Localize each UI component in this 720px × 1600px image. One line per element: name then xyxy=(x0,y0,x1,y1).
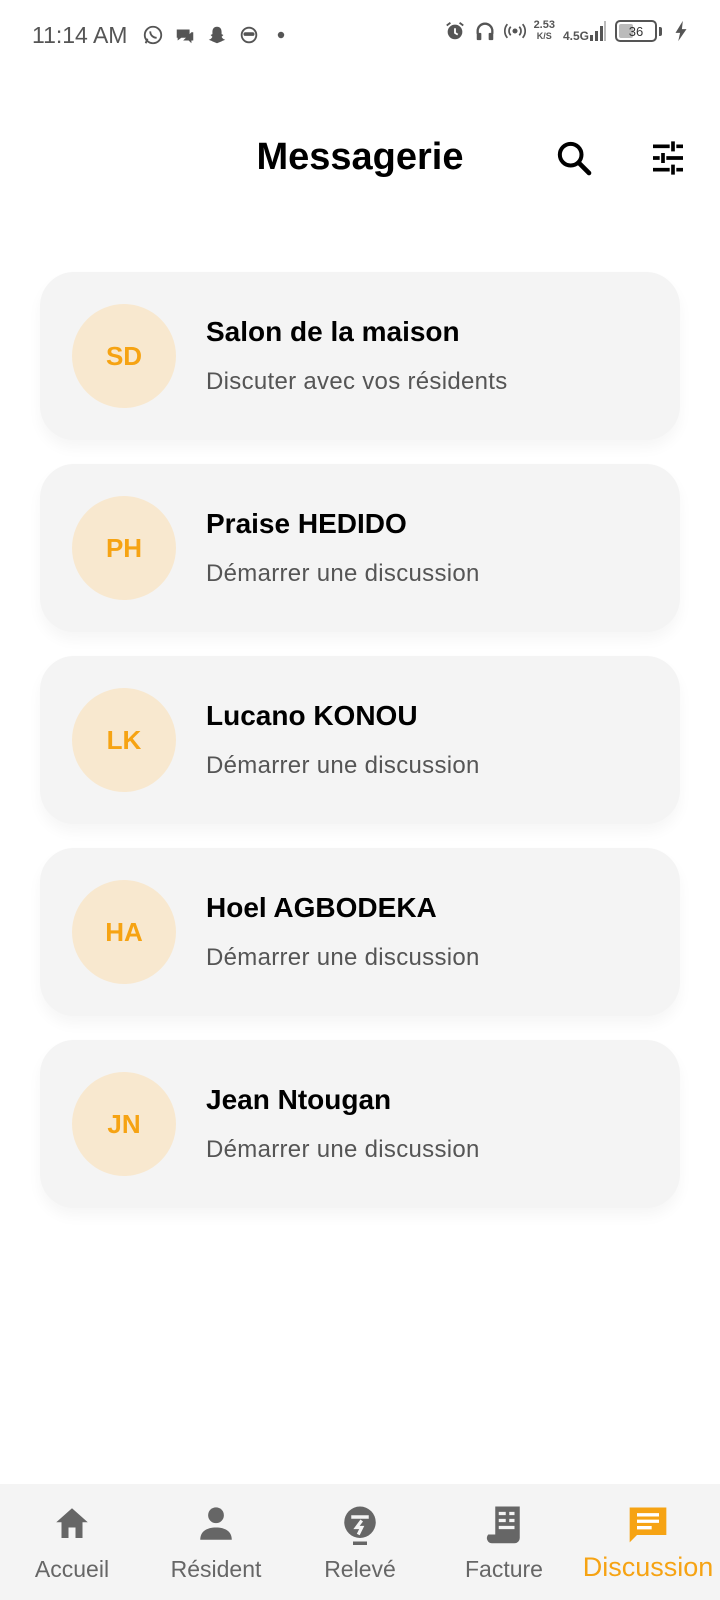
nav-label: Relevé xyxy=(324,1556,396,1582)
status-bar: 11:14 AM 2.53 K/S 4.5G 36 xyxy=(0,0,720,72)
face-icon xyxy=(238,24,260,46)
nav-label: Résident xyxy=(170,1556,262,1582)
nav-item-facture[interactable]: Facture xyxy=(432,1484,576,1600)
conversation-item-lucano[interactable]: LK Lucano KONOU Démarrer une discussion xyxy=(40,656,680,824)
nav-item-discussion[interactable]: Discussion xyxy=(576,1484,720,1600)
conversation-item-salon[interactable]: SD Salon de la maison Discuter avec vos … xyxy=(40,272,680,440)
avatar: JN xyxy=(72,1072,176,1176)
net-speed-unit: K/S xyxy=(536,31,552,41)
nav-item-accueil[interactable]: Accueil xyxy=(0,1484,144,1600)
nav-item-releve[interactable]: Relevé xyxy=(288,1484,432,1600)
avatar: SD xyxy=(72,304,176,408)
signal-icon xyxy=(589,20,607,42)
avatar: LK xyxy=(72,688,176,792)
receipt-icon xyxy=(482,1502,526,1546)
hotspot-icon xyxy=(503,20,526,42)
alarm-icon xyxy=(444,20,466,42)
conversation-list: SD Salon de la maison Discuter avec vos … xyxy=(40,272,680,1232)
dot-icon xyxy=(270,24,292,46)
conversation-item-jean[interactable]: JN Jean Ntougan Démarrer une discussion xyxy=(40,1040,680,1208)
net-speed-value: 2.53 xyxy=(533,19,555,31)
conversation-name: Praise HEDIDO xyxy=(206,508,407,539)
app-header: Messagerie xyxy=(0,120,720,200)
avatar: PH xyxy=(72,496,176,600)
person-icon xyxy=(194,1502,238,1546)
conversation-name: Jean Ntougan xyxy=(206,1084,392,1115)
nav-label: Discussion xyxy=(582,1552,714,1582)
conversation-subtitle: Discuter avec vos résidents xyxy=(206,368,508,395)
network-type: 4.5G xyxy=(563,20,607,42)
filter-button[interactable] xyxy=(646,136,690,180)
conversation-name: Hoel AGBODEKA xyxy=(206,892,437,923)
conversation-subtitle: Démarrer une discussion xyxy=(206,944,480,971)
snapchat-icon xyxy=(206,24,228,46)
page-title: Messagerie xyxy=(256,136,464,178)
conversation-item-hoel[interactable]: HA Hoel AGBODEKA Démarrer une discussion xyxy=(40,848,680,1016)
battery-level: 36 xyxy=(628,23,644,39)
conversation-subtitle: Démarrer une discussion xyxy=(206,560,480,587)
network-type-label: 4.5G xyxy=(562,29,589,43)
meter-icon xyxy=(338,1502,382,1546)
battery-icon: 36 xyxy=(615,20,657,42)
status-time: 11:14 AM xyxy=(32,22,128,48)
network-speed: 2.53 K/S xyxy=(534,20,555,42)
whatsapp-icon xyxy=(142,24,164,46)
nav-item-resident[interactable]: Résident xyxy=(144,1484,288,1600)
system-icons: 2.53 K/S 4.5G 36 xyxy=(444,20,692,42)
search-button[interactable] xyxy=(552,136,596,180)
battery-tip xyxy=(659,26,662,36)
nav-label: Accueil xyxy=(34,1556,110,1582)
tune-icon xyxy=(653,141,683,175)
conversation-item-praise[interactable]: PH Praise HEDIDO Démarrer une discussion xyxy=(40,464,680,632)
conversation-subtitle: Démarrer une discussion xyxy=(206,1136,480,1163)
chat-bubble-icon xyxy=(174,24,196,46)
home-icon xyxy=(50,1502,94,1546)
notification-icons xyxy=(142,24,292,46)
conversation-name: Lucano KONOU xyxy=(206,700,418,731)
charging-icon xyxy=(670,20,692,42)
search-icon xyxy=(557,141,592,176)
conversation-subtitle: Démarrer une discussion xyxy=(206,752,480,779)
bottom-navigation: Accueil Résident Relevé Facture Discussi… xyxy=(0,1484,720,1600)
conversation-name: Salon de la maison xyxy=(206,316,460,347)
avatar: HA xyxy=(72,880,176,984)
headphones-icon xyxy=(474,20,496,42)
chat-icon xyxy=(626,1502,670,1546)
nav-label: Facture xyxy=(465,1556,543,1582)
